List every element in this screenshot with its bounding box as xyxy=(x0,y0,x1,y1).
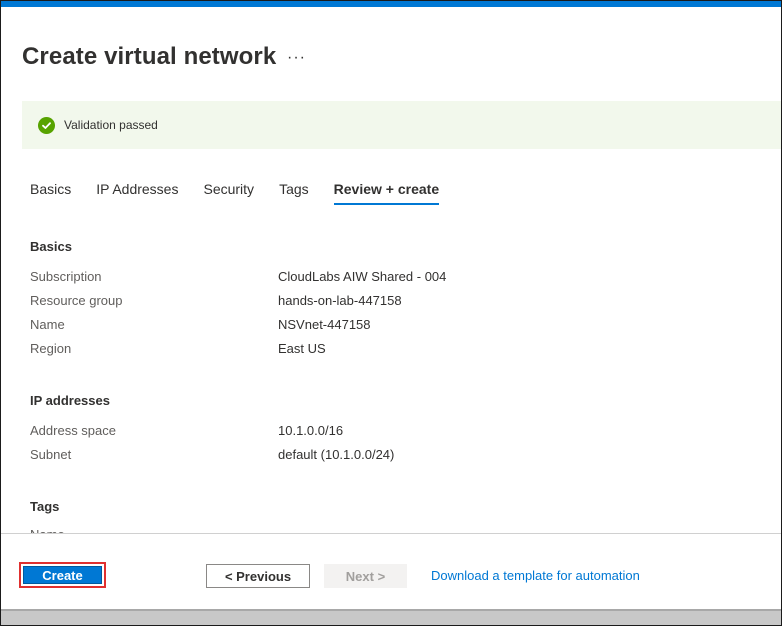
subscription-label: Subscription xyxy=(30,269,102,284)
app-window: Create virtual network ··· Validation pa… xyxy=(0,0,782,626)
create-button[interactable]: Create xyxy=(23,566,102,584)
next-button: Next > xyxy=(324,564,407,588)
tab-tags[interactable]: Tags xyxy=(279,181,309,205)
top-accent-bar xyxy=(1,1,781,7)
subscription-value: CloudLabs AIW Shared - 004 xyxy=(278,269,447,284)
subnet-value: default (10.1.0.0/24) xyxy=(278,447,395,462)
page-title: Create virtual network xyxy=(22,43,277,70)
section-heading-basics: Basics xyxy=(30,239,72,254)
resource-group-label: Resource group xyxy=(30,293,123,308)
address-space-value: 10.1.0.0/16 xyxy=(278,423,344,438)
section-heading-tags: Tags xyxy=(30,499,60,514)
validation-banner: Validation passed xyxy=(22,101,781,149)
section-heading-ip-addresses: IP addresses xyxy=(30,393,110,408)
download-template-link[interactable]: Download a template for automation xyxy=(431,568,640,583)
tab-bar: Basics IP Addresses Security Tags Review… xyxy=(30,181,464,205)
tab-security[interactable]: Security xyxy=(203,181,254,205)
region-label: Region xyxy=(30,341,72,356)
tab-basics[interactable]: Basics xyxy=(30,181,71,205)
check-circle-icon xyxy=(38,116,55,134)
previous-button[interactable]: < Previous xyxy=(206,564,310,588)
address-space-label: Address space xyxy=(30,423,116,438)
tab-ip-addresses[interactable]: IP Addresses xyxy=(96,181,178,205)
create-button-highlight: Create xyxy=(19,562,106,588)
footer-divider xyxy=(1,533,781,534)
region-value: East US xyxy=(278,341,326,356)
validation-message: Validation passed xyxy=(64,118,158,132)
subnet-label: Subnet xyxy=(30,447,72,462)
tab-review-create[interactable]: Review + create xyxy=(333,181,440,205)
resource-group-value: hands-on-lab-447158 xyxy=(278,293,402,308)
more-options-button[interactable]: ··· xyxy=(287,49,306,67)
name-value: NSVnet-447158 xyxy=(278,317,371,332)
name-label: Name xyxy=(30,317,65,332)
horizontal-scrollbar[interactable] xyxy=(1,609,781,625)
